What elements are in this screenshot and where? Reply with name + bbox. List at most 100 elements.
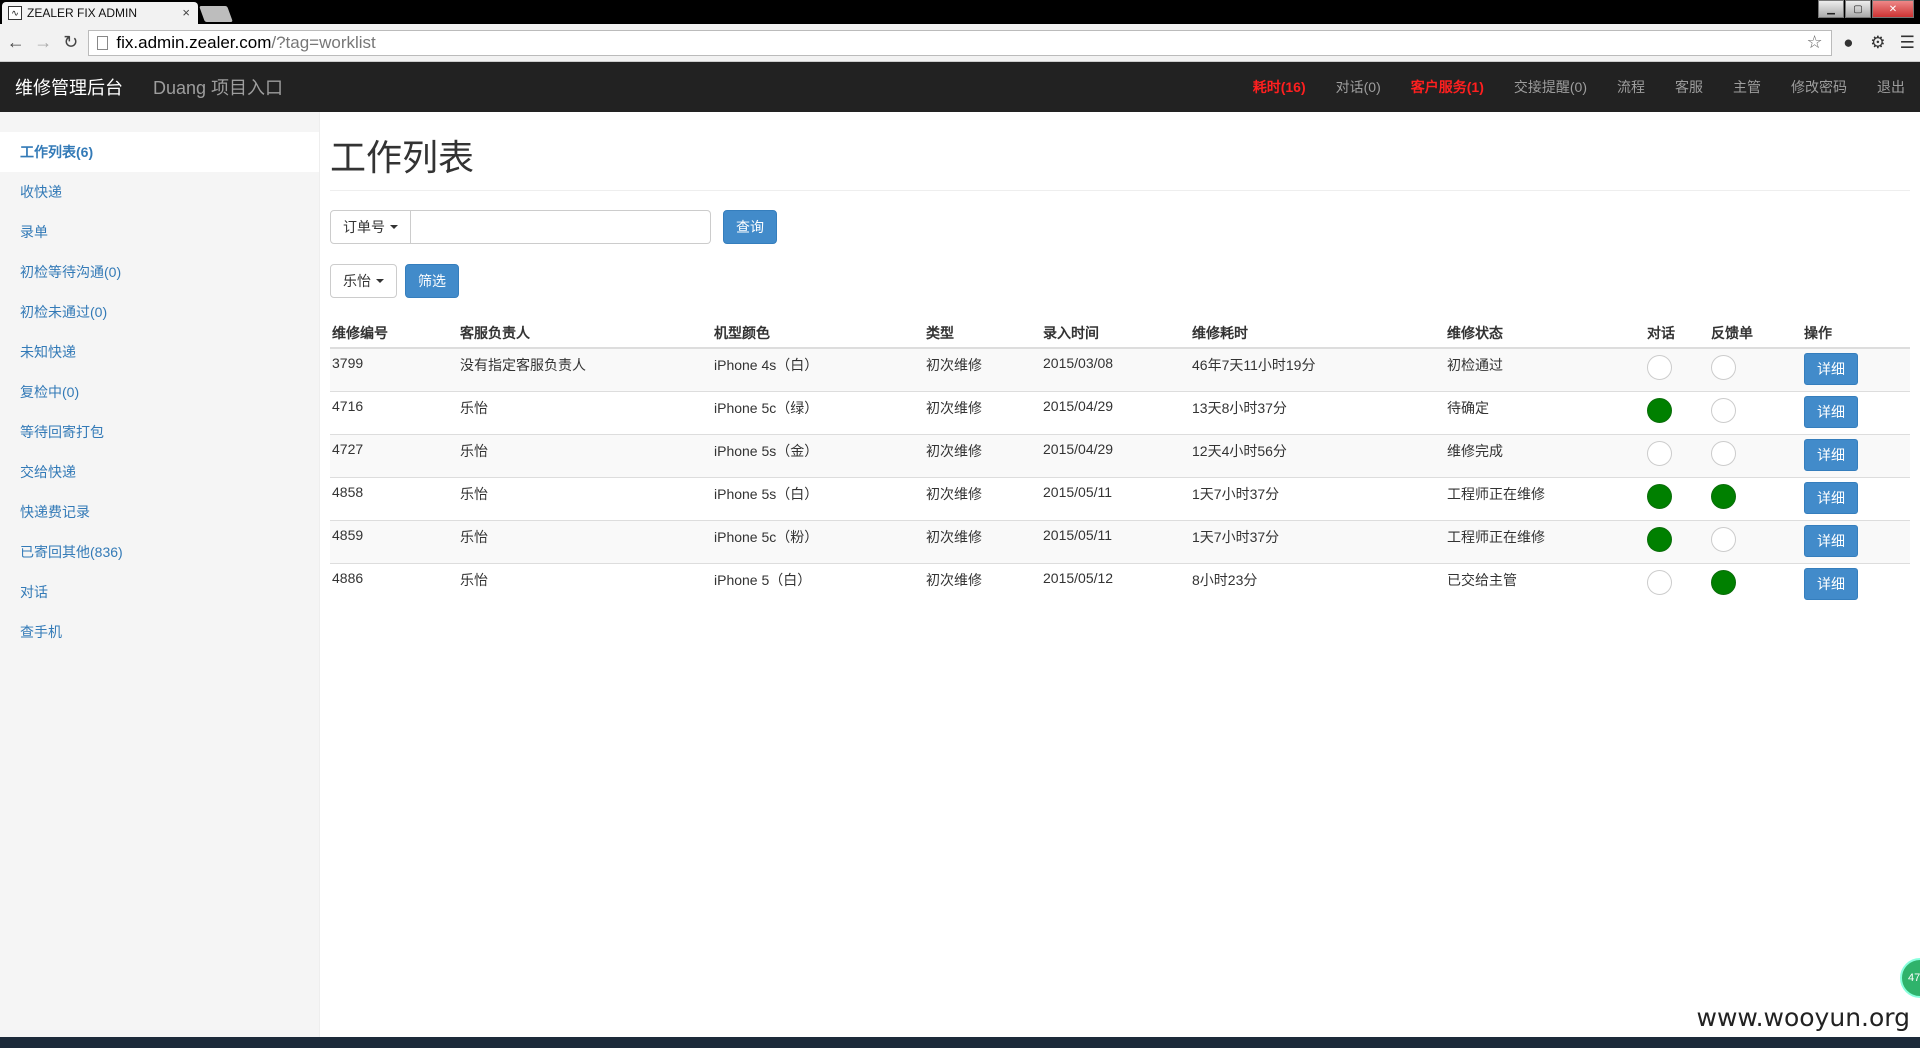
bookmark-star-icon[interactable]: ☆ xyxy=(1807,32,1823,53)
col-header-model: 机型颜色 xyxy=(712,318,924,349)
browser-tab[interactable]: ∿ ZEALER FIX ADMIN × xyxy=(2,2,198,24)
sidebar-item-hand-to-express[interactable]: 交给快递 xyxy=(0,452,319,492)
cell-id: 4858 xyxy=(330,477,458,521)
cell-status: 工程师正在维修 xyxy=(1445,477,1645,521)
nav-process[interactable]: 流程 xyxy=(1617,77,1645,97)
cell-id: 4859 xyxy=(330,520,458,564)
dialog-status-indicator xyxy=(1647,527,1672,552)
navbar-links: 耗时(16) 对话(0) 客户服务(1) 交接提醒(0) 流程 客服 主管 修改… xyxy=(1223,77,1905,97)
sidebar-item-dialog[interactable]: 对话 xyxy=(0,572,319,612)
dialog-status-indicator xyxy=(1647,484,1672,509)
detail-button[interactable]: 详细 xyxy=(1804,439,1858,471)
maximize-icon[interactable]: ▢ xyxy=(1845,0,1871,18)
nav-change-password[interactable]: 修改密码 xyxy=(1791,77,1847,97)
sidebar-item-waiting-pack[interactable]: 等待回寄打包 xyxy=(0,412,319,452)
dialog-status-indicator xyxy=(1647,570,1672,595)
worklist-table: 维修编号 客服负责人 机型颜色 类型 录入时间 维修耗时 维修状态 对话 反馈单… xyxy=(330,318,1910,607)
address-bar[interactable]: fix.admin.zealer.com/?tag=worklist ☆ xyxy=(88,29,1832,56)
col-header-date: 录入时间 xyxy=(1041,318,1190,349)
filter-button[interactable]: 筛选 xyxy=(405,264,459,298)
detail-button[interactable]: 详细 xyxy=(1804,482,1858,514)
sidebar-item-initial-check-failed[interactable]: 初检未通过(0) xyxy=(0,292,319,332)
back-icon[interactable]: ← xyxy=(4,31,27,55)
cell-owner: 乐怡 xyxy=(458,434,712,478)
navbar-brand[interactable]: 维修管理后台 xyxy=(15,74,123,100)
detail-button[interactable]: 详细 xyxy=(1804,353,1858,385)
cell-owner: 乐怡 xyxy=(458,520,712,564)
nav-logout[interactable]: 退出 xyxy=(1877,77,1905,97)
sidebar-item-lookup-phone[interactable]: 查手机 xyxy=(0,612,319,652)
table-row: 3799 没有指定客服负责人 iPhone 4s（白） 初次维修 2015/03/08 4… xyxy=(330,347,1910,392)
nav-customer-service[interactable]: 客户服务(1) xyxy=(1411,77,1484,97)
cell-model: iPhone 5c（粉） xyxy=(712,520,924,564)
search-button[interactable]: 查询 xyxy=(723,210,777,244)
cookie-extension-icon[interactable]: ● xyxy=(1836,30,1861,56)
cell-duration: 1天7小时37分 xyxy=(1190,477,1445,521)
search-input[interactable] xyxy=(411,210,711,244)
col-header-dialog: 对话 xyxy=(1645,318,1709,349)
feedback-status-indicator xyxy=(1711,570,1736,595)
cell-feedback xyxy=(1709,520,1802,564)
dialog-status-indicator xyxy=(1647,398,1672,423)
feedback-status-indicator xyxy=(1711,441,1736,466)
cell-feedback xyxy=(1709,391,1802,435)
sidebar-item-receive-express[interactable]: 收快递 xyxy=(0,172,319,212)
sidebar-item-initial-check-waiting[interactable]: 初检等待沟通(0) xyxy=(0,252,319,292)
col-header-type: 类型 xyxy=(924,318,1041,349)
cell-type: 初次维修 xyxy=(924,563,1041,607)
nav-support[interactable]: 客服 xyxy=(1675,77,1703,97)
main-content: 工作列表 订单号 查询 乐怡 筛选 维修编号 客服负责人 机型颜色 类型 录入时… xyxy=(330,112,1910,607)
forward-icon[interactable]: → xyxy=(31,31,54,55)
window-close-icon[interactable]: ✕ xyxy=(1872,0,1914,18)
floating-badge[interactable]: 47 xyxy=(1900,958,1920,998)
sidebar-item-unknown-express[interactable]: 未知快递 xyxy=(0,332,319,372)
cell-owner: 乐怡 xyxy=(458,563,712,607)
cell-dialog xyxy=(1645,520,1709,564)
cell-date: 2015/03/08 xyxy=(1041,347,1190,392)
reload-icon[interactable]: ↻ xyxy=(59,31,82,55)
gear-icon[interactable]: ⚙ xyxy=(1865,30,1890,56)
url-path: /?tag=worklist xyxy=(271,32,376,52)
cell-type: 初次维修 xyxy=(924,347,1041,392)
sidebar-item-express-fee[interactable]: 快递费记录 xyxy=(0,492,319,532)
nav-handover[interactable]: 交接提醒(0) xyxy=(1514,77,1587,97)
search-field-dropdown[interactable]: 订单号 xyxy=(330,210,411,244)
cell-model: iPhone 4s（白） xyxy=(712,347,924,392)
owner-filter-dropdown[interactable]: 乐怡 xyxy=(330,264,397,298)
sidebar-item-returned-other[interactable]: 已寄回其他(836) xyxy=(0,532,319,572)
cell-status: 待确定 xyxy=(1445,391,1645,435)
cell-type: 初次维修 xyxy=(924,477,1041,521)
sidebar-item-record-order[interactable]: 录单 xyxy=(0,212,319,252)
detail-button[interactable]: 详细 xyxy=(1804,396,1858,428)
cell-date: 2015/05/11 xyxy=(1041,477,1190,521)
sidebar-item-worklist[interactable]: 工作列表(6) xyxy=(0,132,319,172)
sidebar-item-recheck[interactable]: 复检中(0) xyxy=(0,372,319,412)
nav-timeout[interactable]: 耗时(16) xyxy=(1253,77,1306,97)
col-header-id: 维修编号 xyxy=(330,318,458,349)
minimize-icon[interactable]: ▁ xyxy=(1818,0,1844,18)
table-row: 4859 乐怡 iPhone 5c（粉） 初次维修 2015/05/11 1天7小时37分… xyxy=(330,520,1910,564)
table-row: 4716 乐怡 iPhone 5c（绿） 初次维修 2015/04/29 13天8小时37… xyxy=(330,391,1910,435)
cell-duration: 1天7小时37分 xyxy=(1190,520,1445,564)
feedback-status-indicator xyxy=(1711,484,1736,509)
nav-manager[interactable]: 主管 xyxy=(1733,77,1761,97)
cell-id: 4886 xyxy=(330,563,458,607)
caret-down-icon xyxy=(376,279,384,283)
detail-button[interactable]: 详细 xyxy=(1804,525,1858,557)
nav-dialog[interactable]: 对话(0) xyxy=(1336,77,1381,97)
new-tab-button[interactable] xyxy=(199,6,233,22)
caret-down-icon xyxy=(390,225,398,229)
cell-owner: 没有指定客服负责人 xyxy=(458,347,712,392)
cell-dialog xyxy=(1645,563,1709,607)
cell-status: 已交给主管 xyxy=(1445,563,1645,607)
cell-id: 3799 xyxy=(330,347,458,392)
project-link[interactable]: Duang 项目入口 xyxy=(153,74,283,100)
feedback-status-indicator xyxy=(1711,527,1736,552)
owner-filter-label: 乐怡 xyxy=(343,273,371,289)
menu-icon[interactable]: ☰ xyxy=(1895,30,1920,56)
tab-close-icon[interactable]: × xyxy=(182,5,190,20)
cell-feedback xyxy=(1709,477,1802,521)
table-row: 4886 乐怡 iPhone 5（白） 初次维修 2015/05/12 8小时23分 已交给… xyxy=(330,563,1910,607)
col-header-duration: 维修耗时 xyxy=(1190,318,1445,349)
detail-button[interactable]: 详细 xyxy=(1804,568,1858,600)
